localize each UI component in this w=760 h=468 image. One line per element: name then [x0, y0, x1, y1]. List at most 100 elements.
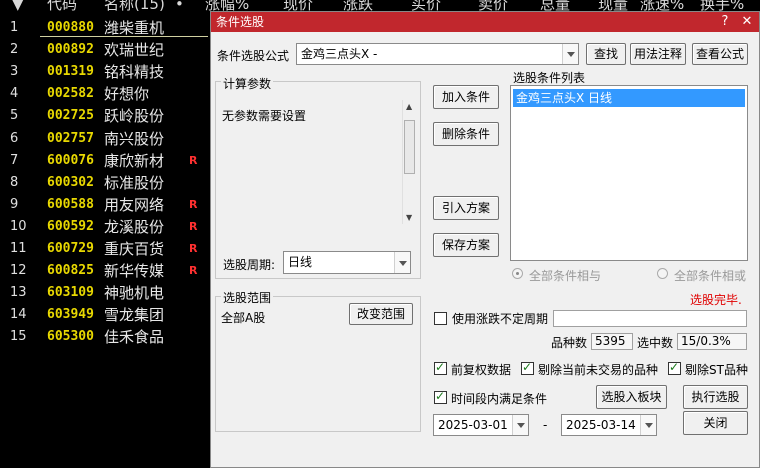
stock-code: 603949 [47, 307, 94, 323]
header-name[interactable]: 名称(15) [104, 0, 165, 12]
row-number: 3 [10, 64, 19, 80]
row-number: 9 [10, 196, 19, 212]
variable-period-checkbox[interactable] [434, 312, 447, 325]
chevron-down-icon[interactable] [394, 252, 410, 273]
scroll-down-icon[interactable]: ▼ [406, 213, 412, 222]
stock-name: 新华传媒 [104, 262, 165, 281]
params-scrollbar[interactable]: ▲ ▼ [402, 100, 417, 224]
stock-name: 雪龙集团 [104, 306, 165, 325]
condition-list-item[interactable]: 金鸡三点头X 日线 [513, 89, 745, 107]
close-button[interactable]: 关闭 [683, 411, 748, 435]
selected-label: 选中数 [637, 336, 674, 350]
save-scheme-button[interactable]: 保存方案 [433, 233, 499, 257]
scroll-up-icon[interactable]: ▲ [406, 102, 412, 111]
exclude-untraded-label: 剔除当前未交易的品种 [538, 363, 659, 377]
exclude-st-checkbox[interactable] [668, 360, 681, 375]
table-row[interactable]: 9 600588 用友网络 R [0, 194, 210, 216]
stock-code: 001319 [47, 64, 94, 80]
count-value: 5395 [591, 333, 633, 350]
table-row[interactable]: 4 002582 好想你 [0, 83, 210, 105]
chevron-down-icon[interactable] [562, 44, 578, 64]
header-price[interactable]: 现价 [283, 0, 313, 12]
row-number: 1 [10, 20, 19, 35]
radio-or[interactable] [657, 268, 668, 279]
prior-adjust-checkbox[interactable] [434, 360, 447, 375]
header-cur-volume[interactable]: 现量 [598, 0, 628, 12]
condition-list[interactable]: 金鸡三点头X 日线 [510, 85, 748, 261]
row-number: 13 [10, 285, 27, 301]
selection-underline [40, 36, 208, 37]
close-icon[interactable]: ✕ [738, 12, 756, 32]
table-row[interactable]: 12 600825 新华传媒 R [0, 260, 210, 282]
header-turnover[interactable]: 换手% [700, 0, 744, 12]
radio-and[interactable] [512, 268, 523, 279]
row-number: 5 [10, 108, 19, 124]
find-button[interactable]: 查找 [586, 43, 626, 65]
table-row[interactable]: 10 600592 龙溪股份 R [0, 216, 210, 238]
stock-code: 600592 [47, 218, 94, 234]
stock-name: 龙溪股份 [104, 217, 165, 236]
header-dot: • [175, 0, 184, 13]
table-row[interactable]: 15 605300 佳禾食品 [0, 326, 210, 348]
header-code[interactable]: 代码 [47, 0, 77, 12]
table-row[interactable]: 8 600302 标准股份 [0, 172, 210, 194]
variable-period-label: 使用涨跌不定周期 [452, 312, 549, 326]
table-row[interactable]: 2 000892 欢瑞世纪 [0, 39, 210, 61]
stock-name: 神驰机电 [104, 284, 165, 303]
row-number: 11 [10, 241, 27, 256]
variable-period-input[interactable] [553, 310, 747, 327]
add-condition-button[interactable]: 加入条件 [433, 85, 499, 109]
execute-select-button[interactable]: 执行选股 [683, 385, 748, 409]
table-row[interactable]: 13 603109 神驰机电 [0, 282, 210, 304]
select-to-board-button[interactable]: 选股入板块 [596, 385, 667, 409]
stock-code: 002757 [47, 130, 94, 146]
time-range-checkbox[interactable] [434, 389, 447, 404]
row-number: 4 [10, 86, 19, 102]
header-arrow[interactable]: ▼ [12, 0, 24, 12]
header-speed[interactable]: 涨速% [640, 0, 684, 12]
exclude-untraded-checkbox[interactable] [521, 360, 534, 375]
params-text: 无参数需要设置 [222, 109, 307, 123]
header-bid[interactable]: 买价 [411, 0, 441, 12]
header-volume[interactable]: 总量 [540, 0, 570, 12]
stock-name: 欢瑞世纪 [104, 41, 165, 60]
date-to-picker[interactable]: 2025-03-14 [561, 414, 657, 436]
import-scheme-button[interactable]: 引入方案 [433, 196, 499, 220]
table-row[interactable]: 5 002725 跃岭股份 [0, 105, 210, 127]
table-row[interactable]: 6 002757 南兴股份 [0, 128, 210, 150]
chevron-down-icon[interactable] [640, 415, 656, 435]
stock-name: 用友网络 [104, 195, 165, 214]
header-ask[interactable]: 卖价 [478, 0, 508, 12]
header-change[interactable]: 涨跌 [343, 0, 373, 12]
table-row[interactable]: 11 600729 重庆百货 R [0, 238, 210, 260]
row-number: 2 [10, 42, 19, 58]
stock-code: 600302 [47, 174, 94, 190]
table-row[interactable]: 3 001319 铭科精技 [0, 61, 210, 83]
view-formula-button[interactable]: 查看公式 [692, 43, 748, 65]
formula-select[interactable]: 金鸡三点头X - [296, 43, 579, 65]
change-range-button[interactable]: 改变范围 [349, 303, 413, 325]
table-row[interactable]: 7 600076 康欣新材 R [0, 150, 210, 172]
rzrq-flag: R [189, 264, 198, 278]
stock-code: 605300 [47, 329, 94, 345]
stock-name: 跃岭股份 [104, 107, 165, 126]
prior-adjust-label: 前复权数据 [451, 363, 512, 377]
row-number: 12 [10, 263, 27, 279]
usage-note-button[interactable]: 用法注释 [630, 43, 686, 65]
row-number: 7 [10, 152, 19, 168]
table-row[interactable]: 14 603949 雪龙集团 [0, 304, 210, 326]
row-number: 15 [10, 329, 27, 345]
radio-or-label: 全部条件相或 [674, 269, 747, 283]
header-change-pct[interactable]: 涨幅% [205, 0, 249, 12]
chevron-down-icon[interactable] [512, 415, 528, 435]
stock-code: 000892 [47, 42, 94, 58]
date-from-picker[interactable]: 2025-03-01 [433, 414, 529, 436]
rzrq-flag: R [189, 242, 198, 255]
time-range-label: 时间段内满足条件 [451, 392, 548, 406]
help-icon[interactable]: ? [716, 12, 734, 32]
delete-condition-button[interactable]: 删除条件 [433, 122, 499, 146]
scroll-thumb[interactable] [404, 120, 415, 174]
rzrq-flag: R [189, 197, 198, 211]
period-select[interactable]: 日线 [283, 251, 411, 274]
range-title: 选股范围 [221, 289, 274, 306]
